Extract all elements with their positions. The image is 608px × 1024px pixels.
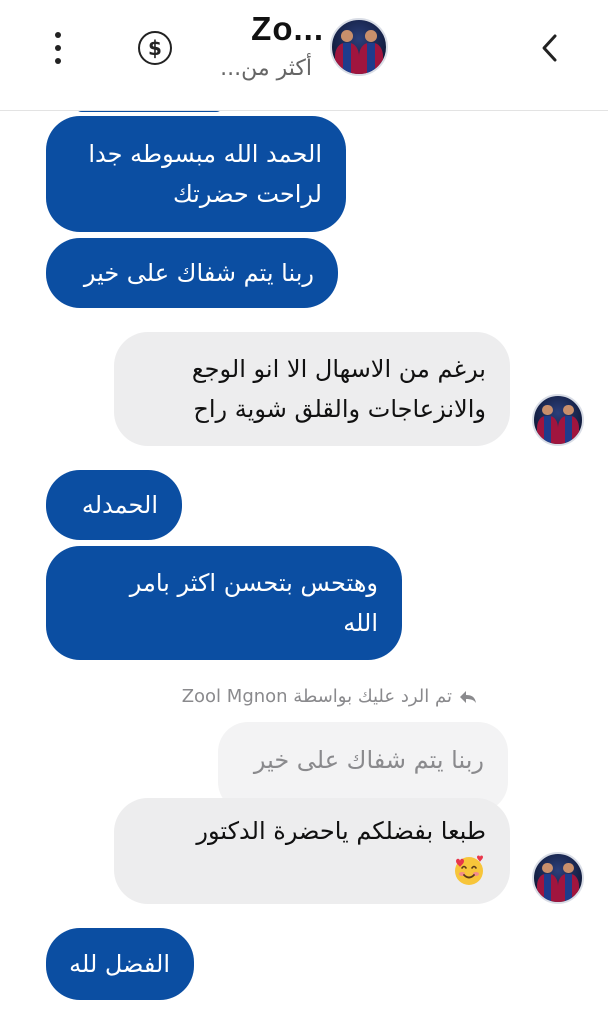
message-line: الحمدله	[81, 491, 158, 519]
dollar-circle-icon: $	[148, 36, 162, 60]
contact-avatar[interactable]	[330, 18, 388, 76]
payment-button[interactable]: $	[138, 31, 172, 65]
message-line: ربنا يتم شفاك على خير	[83, 259, 314, 287]
message-incoming[interactable]: برغم من الاسهال الا انو الوجع والانزعاجا…	[114, 332, 510, 446]
message-outgoing[interactable]: الحمدله	[46, 470, 182, 540]
sender-avatar[interactable]	[532, 852, 584, 904]
quoted-message-text: ربنا يتم شفاك على خير	[253, 746, 484, 774]
contact-status[interactable]: أكثر من...	[220, 56, 312, 81]
message-outgoing[interactable]: الفضل لله	[46, 928, 194, 1000]
message-outgoing[interactable]: الحمد الله مبسوطه جدا لراحت حضرتك	[46, 116, 346, 232]
reply-indicator-text: تم الرد عليك بواسطة Zool Mgnon	[181, 686, 452, 707]
message-line: لراحت حضرتك	[172, 180, 322, 208]
contact-name[interactable]: Zo...	[251, 10, 324, 48]
more-options-button[interactable]	[44, 30, 72, 66]
smiling-face-with-hearts-icon	[455, 855, 483, 885]
message-line: الله	[343, 609, 378, 637]
message-line: طبعا بفضلكم ياحضرة الدكتور	[196, 817, 486, 845]
reply-indicator: تم الرد عليك بواسطة Zool Mgnon	[182, 686, 478, 707]
message-outgoing[interactable]: وهتحس بتحسن اكثر بامر الله	[46, 546, 402, 660]
chevron-left-icon[interactable]	[536, 30, 564, 66]
message-line: برغم من الاسهال الا انو الوجع	[191, 355, 486, 383]
reply-icon	[460, 690, 476, 703]
message-line: الفضل لله	[69, 950, 170, 978]
message-line: وهتحس بتحسن اكثر بامر	[129, 569, 378, 597]
sender-avatar[interactable]	[532, 394, 584, 446]
chat-header: $ Zo... أكثر من...	[0, 0, 608, 111]
message-outgoing[interactable]: ربنا يتم شفاك على خير	[46, 238, 338, 308]
message-incoming[interactable]: طبعا بفضلكم ياحضرة الدكتور	[114, 798, 510, 904]
message-line: الحمد الله مبسوطه جدا	[88, 140, 322, 168]
more-vertical-icon	[55, 32, 61, 38]
chat-screen: $ Zo... أكثر من... الحمد الله مبسوطه جدا…	[0, 0, 608, 1024]
message-line: والانزعاجات والقلق شوية راح	[193, 395, 486, 423]
